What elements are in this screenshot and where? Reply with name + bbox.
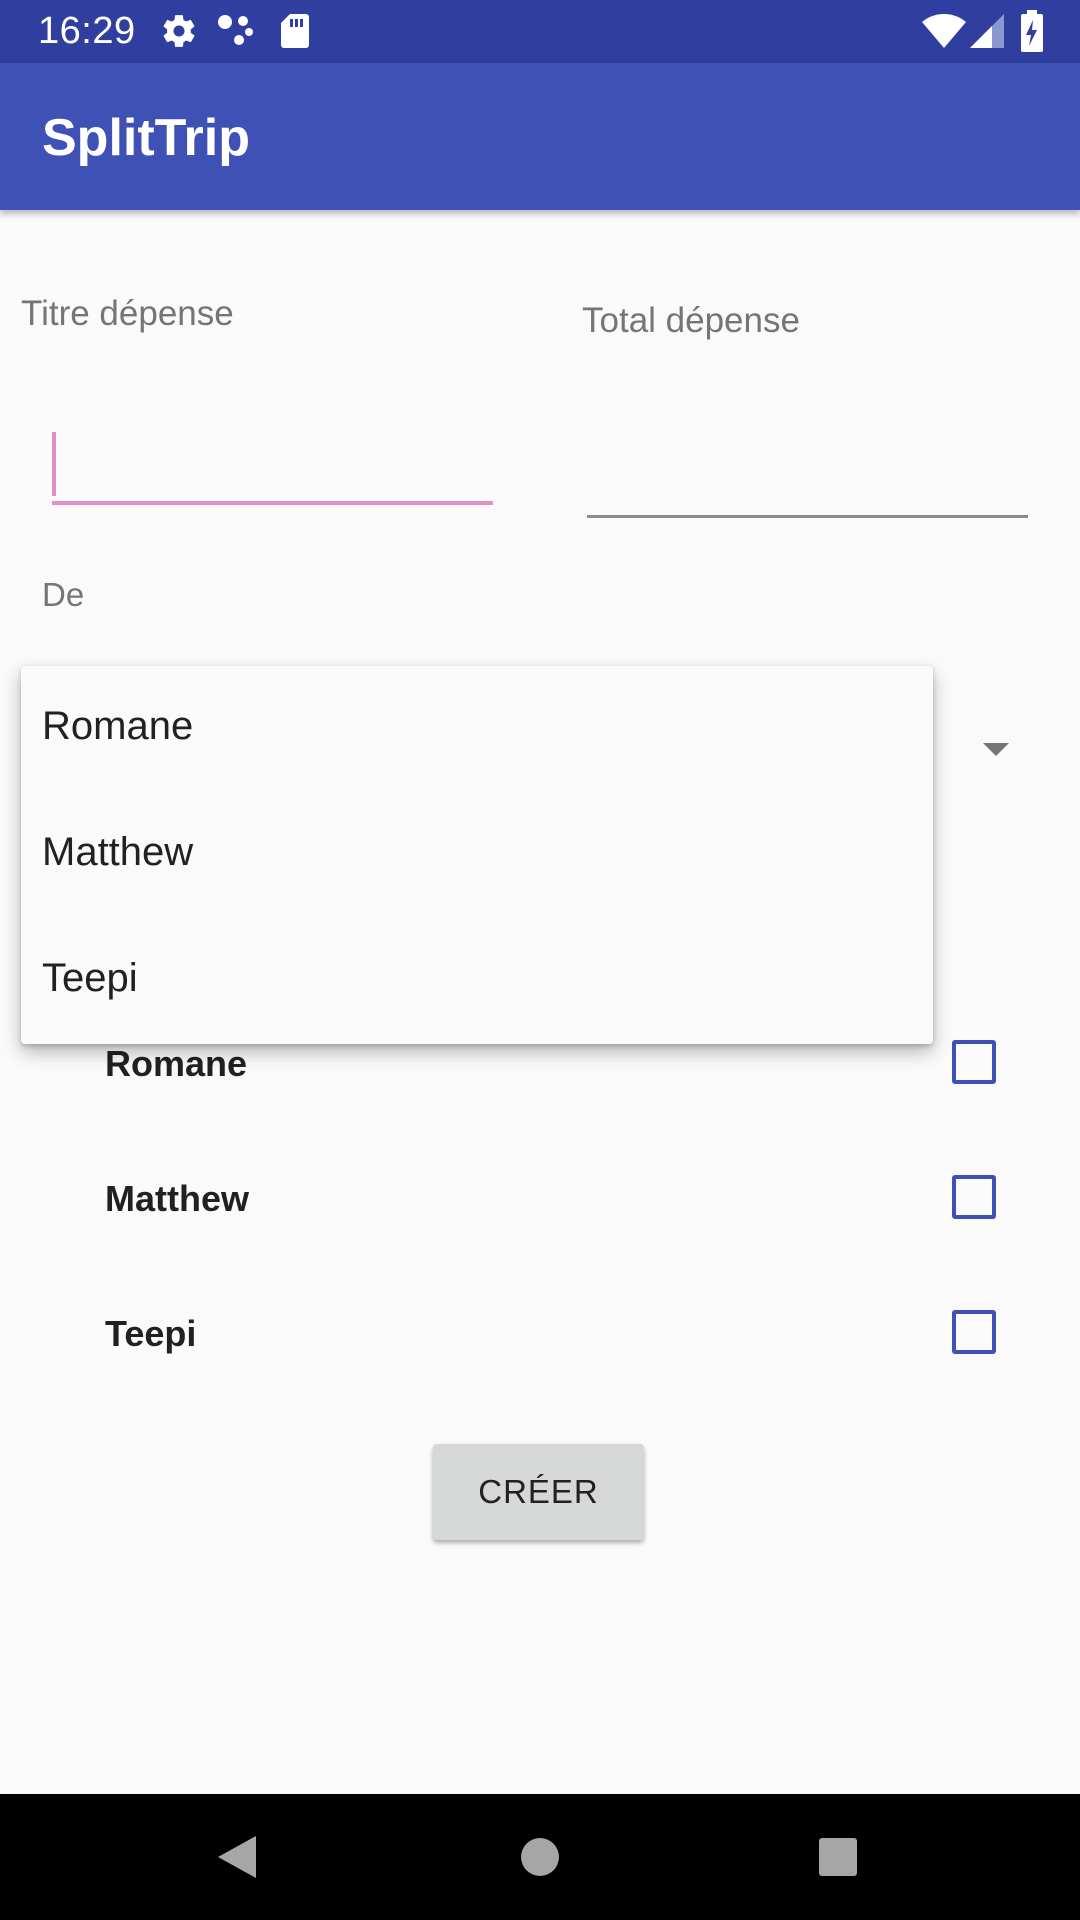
- participant-name: Teepi: [105, 1313, 197, 1354]
- dropdown-option[interactable]: Romane: [21, 666, 933, 792]
- from-label: De: [42, 576, 85, 613]
- expense-title-underline: [52, 501, 493, 505]
- participant-name: Matthew: [105, 1178, 249, 1219]
- app-title: SplitTrip: [42, 109, 250, 167]
- gear-icon: [160, 12, 198, 55]
- participant-checkbox[interactable]: [952, 1040, 996, 1084]
- battery-charging-icon: [1020, 10, 1044, 57]
- sd-card-icon: [280, 12, 310, 55]
- create-button[interactable]: CRÉER: [433, 1444, 644, 1540]
- spinner-arrow-icon[interactable]: [983, 743, 1009, 756]
- signal-icon: [970, 14, 1004, 53]
- app-bar: SplitTrip: [0, 63, 1080, 210]
- navigation-bar: [0, 1794, 1080, 1920]
- back-icon[interactable]: [216, 1834, 258, 1885]
- dropdown-option-label: Matthew: [42, 830, 194, 874]
- recents-icon[interactable]: [817, 1836, 859, 1883]
- status-bar: 16:29: [0, 0, 1080, 63]
- payer-dropdown-menu: Romane Matthew Teepi: [21, 666, 933, 1044]
- participant-name: Romane: [105, 1043, 248, 1084]
- wifi-icon: [922, 14, 966, 53]
- participant-checkbox[interactable]: [952, 1310, 996, 1354]
- dropdown-option[interactable]: Matthew: [21, 792, 933, 918]
- dropdown-option[interactable]: Teepi: [21, 918, 933, 1044]
- text-cursor: [52, 432, 56, 496]
- expense-total-input[interactable]: [587, 440, 1028, 512]
- status-time: 16:29: [38, 10, 136, 52]
- participant-checkbox[interactable]: [952, 1175, 996, 1219]
- home-icon[interactable]: [519, 1836, 561, 1883]
- assistant-dots-icon: [216, 12, 256, 55]
- dropdown-option-label: Teepi: [42, 956, 138, 1000]
- expense-title-label: Titre dépense: [21, 294, 234, 333]
- expense-title-input[interactable]: [52, 428, 492, 500]
- expense-total-underline: [587, 515, 1028, 518]
- dropdown-option-label: Romane: [42, 704, 194, 748]
- expense-total-label: Total dépense: [582, 301, 800, 340]
